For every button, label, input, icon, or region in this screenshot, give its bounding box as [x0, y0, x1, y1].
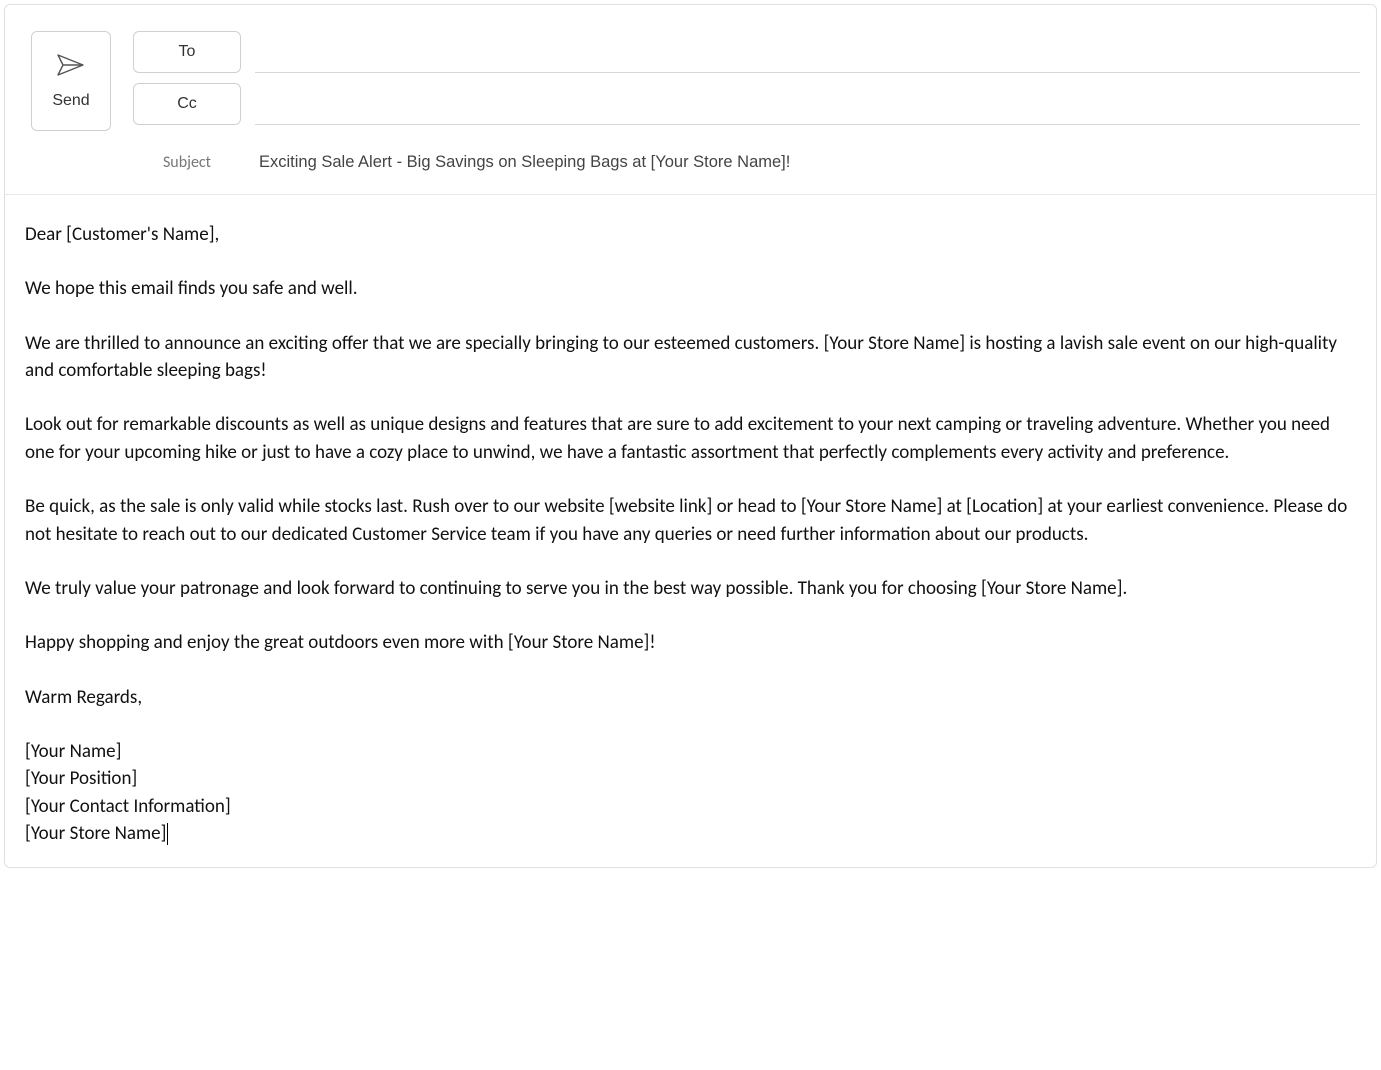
- signature-line: [Your Name]: [25, 738, 1356, 765]
- body-closing: Warm Regards,: [25, 684, 1356, 711]
- signature-line: [Your Position]: [25, 765, 1356, 792]
- to-input[interactable]: [255, 31, 1360, 73]
- compose-window: Send To Cc Subject Dear [Customer's: [4, 4, 1377, 868]
- body-paragraph: Be quick, as the sale is only valid whil…: [25, 493, 1356, 548]
- body-paragraph: We truly value your patronage and look f…: [25, 575, 1356, 602]
- body-greeting: Dear [Customer's Name],: [25, 221, 1356, 248]
- compose-header: Send To Cc Subject: [5, 5, 1376, 195]
- to-row: To: [133, 31, 1360, 73]
- recipient-fields: To Cc Subject: [133, 31, 1360, 194]
- subject-label: Subject: [133, 153, 241, 172]
- subject-row: Subject: [133, 135, 1360, 194]
- body-paragraph: We are thrilled to announce an exciting …: [25, 330, 1356, 385]
- signature-line: [Your Contact Information]: [25, 793, 1356, 820]
- text-cursor: [167, 823, 168, 845]
- send-icon: [56, 53, 86, 80]
- send-button[interactable]: Send: [31, 31, 111, 131]
- cc-input[interactable]: [255, 83, 1360, 125]
- body-paragraph: Look out for remarkable discounts as wel…: [25, 411, 1356, 466]
- cc-button[interactable]: Cc: [133, 83, 241, 125]
- cc-button-label: Cc: [177, 95, 197, 113]
- subject-input[interactable]: [255, 149, 1360, 176]
- send-button-label: Send: [52, 92, 89, 110]
- to-button-label: To: [179, 43, 196, 61]
- cc-row: Cc: [133, 83, 1360, 125]
- signature-line: [Your Store Name]: [25, 820, 1356, 847]
- body-paragraph: We hope this email finds you safe and we…: [25, 275, 1356, 302]
- body-paragraph: Happy shopping and enjoy the great outdo…: [25, 629, 1356, 656]
- to-button[interactable]: To: [133, 31, 241, 73]
- email-body[interactable]: Dear [Customer's Name], We hope this ema…: [5, 195, 1376, 867]
